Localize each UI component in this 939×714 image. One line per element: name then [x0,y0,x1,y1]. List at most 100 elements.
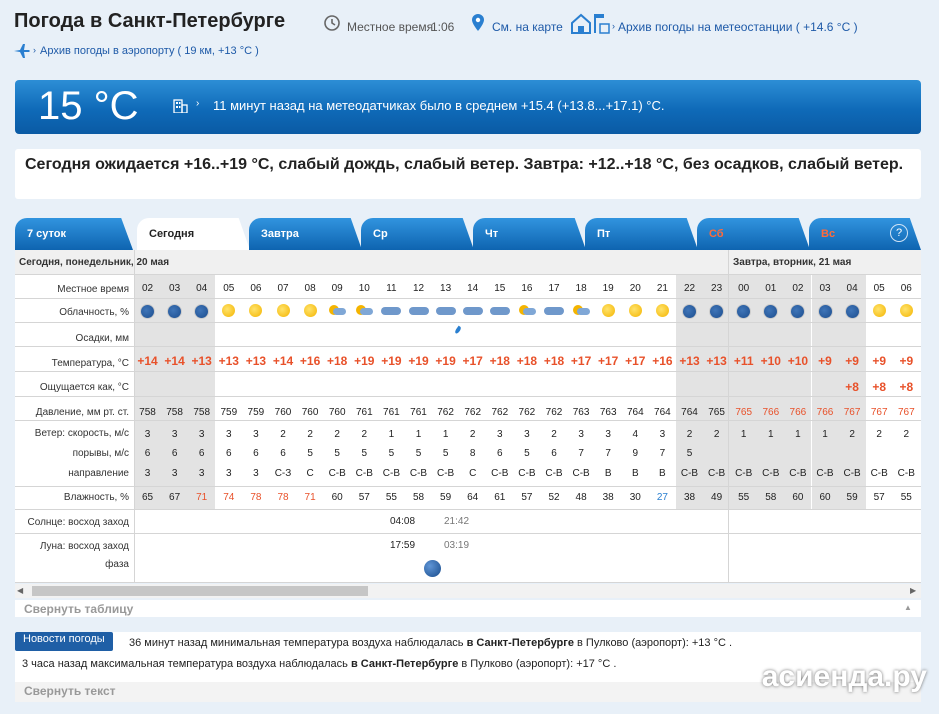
cell-gusts: 6 [171,448,178,459]
row-label-moon: Луна: восход заход [39,541,129,552]
scroll-right-icon[interactable]: ▶ [910,586,916,595]
moonrise-time: 17:59 [390,540,416,551]
cell-wind-speed: 1 [768,429,774,440]
tab-tomorrow[interactable]: Завтра [249,218,362,250]
scroll-left-icon[interactable]: ◀ [17,586,23,595]
cell-hour: 07 [277,283,289,294]
cell-pressure: 767 [843,407,861,418]
cell-wind-speed: 2 [334,429,340,440]
cell-direction: С-В [355,468,373,479]
row-label-phase: фаза [105,559,129,570]
cell-humidity: 61 [494,492,506,503]
cell-pressure: 759 [220,407,238,418]
cell-gusts: 5 [415,448,422,459]
clear-night-icon [682,304,697,319]
cell-wind-speed: 2 [280,429,286,440]
tab-wed[interactable]: Ср [361,218,474,250]
cloudy-icon [462,304,483,316]
tab-7-days[interactable]: 7 суток [15,218,133,250]
cell-wind-speed: 1 [442,429,449,440]
cell-wind-speed: 3 [578,429,584,440]
cell-gusts: 7 [605,448,611,459]
cell-direction: 3 [226,468,232,479]
tab-fri[interactable]: Пт [585,218,698,250]
cell-cloud [405,304,432,316]
cell-hour: 09 [331,283,343,294]
cell-hour: 15 [494,283,506,294]
arrow-right-icon: › [33,45,36,55]
cell-pressure: 766 [789,407,807,418]
cell-cloud [351,304,378,316]
cell-hour: 04 [846,283,858,294]
news-city: в Санкт-Петербурге [466,637,574,649]
cell-direction: С [469,468,477,479]
cell-hour: 10 [358,283,370,294]
cell-gusts: 7 [659,448,666,459]
cell-temp: +19 [381,354,402,368]
day-header-tomorrow: Завтра, вторник, 21 мая [733,257,852,268]
collapse-text-button[interactable]: Свернуть текст [24,684,116,698]
row-label-sun: Солнце: восход заход [27,517,129,528]
cell-humidity: 60 [792,492,804,503]
cell-temp: +13 [679,354,700,368]
collapse-table-bar [15,600,921,617]
partly-cloudy-icon [518,304,536,316]
tab-label: Пт [597,228,611,240]
cell-cloud [270,304,297,317]
collapse-up-icon[interactable]: ▲ [904,603,912,612]
cell-cloud [703,304,730,319]
tab-today[interactable]: Сегодня [137,218,250,250]
cell-pressure: 760 [301,407,319,418]
cloudy-icon [435,304,456,316]
map-link[interactable]: См. на карте [492,20,563,34]
cell-gusts: 5 [361,448,368,459]
cell-hour: 21 [656,283,668,294]
cell-hour: 13 [440,283,452,294]
cell-pressure: 763 [572,407,590,418]
cell-temp: +9 [872,354,887,368]
clear-night-icon [167,304,183,319]
day-header-today: Сегодня, понедельник, 20 мая [19,257,170,268]
cell-wind-speed: 3 [659,429,666,440]
arrow-right-icon: › [196,98,200,109]
cell-cloud [134,304,161,319]
help-icon-glyph: ? [895,227,903,239]
station-archive-link[interactable]: Архив погоды на метеостанции ( +14.6 °C … [618,20,858,34]
current-sensor-text: 11 минут назад на метеодатчиках было в с… [213,98,665,113]
news-badge[interactable]: Новости погоды [15,632,113,651]
tab-thu[interactable]: Чт [473,218,586,250]
grid-line [15,582,921,583]
cell-pressure: 762 [518,407,536,418]
airport-archive-link[interactable]: Архив погоды в аэропорту ( 19 км, +13 °C… [40,45,259,57]
cell-humidity: 30 [629,492,641,503]
row-label-gusts: порывы, м/с [72,448,129,459]
sun-icon [249,304,263,317]
partly-cloudy-icon [572,304,591,316]
cell-cloud [459,304,486,316]
cell-humidity: 52 [548,492,560,503]
cell-gusts: 5 [442,448,449,459]
cell-cloud [188,304,215,319]
cell-hour: 02 [141,283,154,294]
cell-gusts: 5 [388,448,395,459]
cell-temp: +9 [899,354,914,368]
cell-gusts: 5 [524,448,530,459]
tab-sat[interactable]: Сб [697,218,810,250]
cell-pressure: 758 [193,407,211,418]
cell-direction: С-В [409,468,428,479]
row-label-temp: Температура, °C [51,358,129,369]
cell-pressure: 764 [681,407,698,418]
scrollbar-thumb[interactable] [32,586,368,596]
cell-cloud [784,304,811,319]
grid-line [15,371,921,372]
collapse-table-button[interactable]: Свернуть таблицу [24,602,133,616]
help-icon[interactable]: ? [890,224,908,242]
cell-temp: +16 [652,354,673,368]
cell-wind-speed: 3 [226,429,232,440]
cell-wind-speed: 1 [388,429,395,440]
cell-wind-speed: 2 [903,429,910,440]
cell-pressure: 761 [410,407,427,418]
cell-hour: 03 [819,283,831,294]
sunset-time: 21:42 [444,516,470,527]
cell-gusts: 7 [578,448,584,459]
